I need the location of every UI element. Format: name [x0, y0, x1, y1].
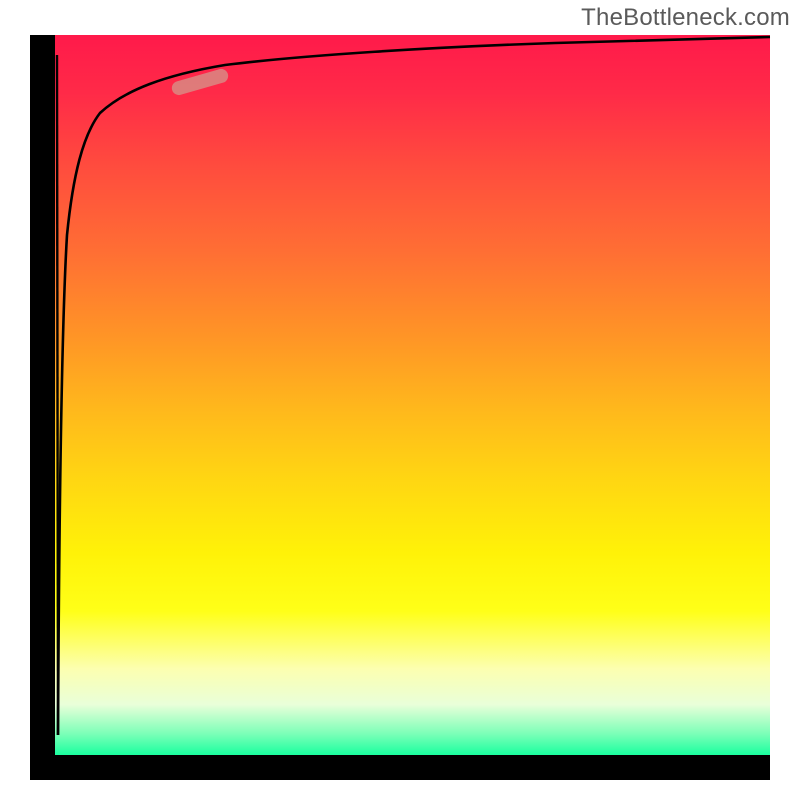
curve-highlight-marker: [170, 67, 230, 96]
watermark-text: TheBottleneck.com: [581, 4, 790, 32]
curve-layer: [55, 35, 770, 755]
chart-container: TheBottleneck.com: [0, 0, 800, 800]
curve-main: [58, 37, 770, 735]
y-axis: [30, 35, 55, 755]
x-axis: [30, 755, 770, 780]
